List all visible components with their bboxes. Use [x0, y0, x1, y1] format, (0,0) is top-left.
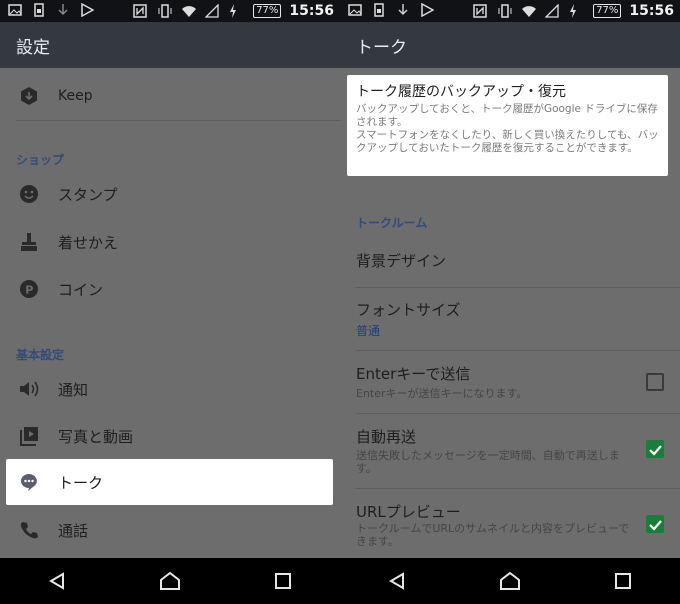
settings-item-stamp[interactable]: スタンプ: [0, 178, 340, 210]
recent-apps-button[interactable]: [603, 561, 643, 601]
sim-notification-icon: [372, 3, 386, 17]
home-button[interactable]: [150, 561, 190, 601]
play-notification-icon: [80, 2, 95, 18]
coin-icon: P: [16, 276, 42, 302]
signal-icon: [204, 3, 221, 18]
settings-item-label: 通話: [58, 521, 89, 540]
download-notification-icon: [396, 3, 410, 17]
settings-item-label: 通知: [58, 380, 89, 399]
enter-send-checkbox[interactable]: [646, 373, 664, 391]
navigation-bar: [340, 558, 680, 604]
image-notification-icon: [348, 3, 362, 17]
settings-item-call[interactable]: 通話: [0, 514, 340, 546]
settings-item-label: スタンプ: [58, 185, 118, 204]
page-title: トーク: [340, 22, 680, 68]
setting-label: フォントサイズ: [356, 301, 461, 319]
settings-item-talk[interactable]: トーク: [6, 459, 333, 505]
play-notification-icon: [420, 2, 435, 18]
settings-item-notify[interactable]: 通知: [0, 373, 340, 405]
setting-font-size[interactable]: フォントサイズ 普通: [340, 288, 680, 350]
talk-settings-list: トーク履歴のバックアップ・復元 バックアップしておくと、トーク履歴がGoogle…: [340, 68, 680, 558]
keep-icon: [16, 83, 42, 109]
setting-description: トークルームでURLのサムネイルと内容をプレビューできます。: [356, 522, 630, 548]
status-bar: 77% 15:56: [0, 0, 340, 22]
tip-description: バックアップしておくと、トーク履歴がGoogle ドライブに保存されます。 スマ…: [356, 103, 666, 155]
setting-label: Enterキーで送信: [356, 365, 471, 383]
back-icon: [48, 572, 64, 590]
vibrate-icon: [497, 4, 513, 18]
home-icon: [159, 571, 180, 590]
setting-description: 送信失敗したメッセージを一定時間、自動で再送します。: [356, 449, 620, 475]
home-button[interactable]: [490, 561, 530, 601]
video-library-icon: [16, 423, 42, 449]
setting-url-preview[interactable]: URLプレビュー トークルームでURLのサムネイルと内容をプレビューできます。: [340, 489, 680, 558]
home-icon: [499, 571, 520, 590]
recent-apps-icon: [275, 573, 292, 589]
checkmark-icon: [649, 520, 662, 531]
settings-item-coin[interactable]: P コイン: [0, 273, 340, 305]
settings-item-label: トーク: [58, 473, 104, 492]
smiley-icon: [16, 181, 42, 207]
section-header-basic: 基本設定: [16, 348, 65, 362]
signal-icon: [544, 3, 561, 18]
nfc-icon: [473, 4, 489, 18]
settings-item-label: コイン: [58, 280, 104, 299]
setting-label: URLプレビュー: [356, 503, 461, 521]
auto-resend-checkbox[interactable]: [646, 440, 664, 458]
setting-description: Enterキーが送信キーになります。: [356, 387, 528, 400]
svg-text:P: P: [25, 284, 33, 297]
battery-indicator: 77%: [593, 4, 622, 18]
settings-item-themes[interactable]: 着せかえ: [0, 226, 340, 258]
navigation-bar: [0, 558, 340, 604]
back-icon: [388, 572, 404, 590]
settings-item-label: 写真と動画: [58, 427, 134, 446]
nfc-icon: [133, 4, 149, 18]
vibrate-icon: [157, 4, 173, 18]
back-button[interactable]: [377, 561, 417, 601]
url-preview-checkbox[interactable]: [646, 515, 664, 533]
tip-title: トーク履歴のバックアップ・復元: [356, 84, 566, 100]
setting-label: 自動再送: [356, 428, 417, 446]
status-bar: 77% 15:56: [340, 0, 680, 22]
charging-icon: [569, 4, 585, 18]
recent-apps-icon: [615, 573, 632, 589]
section-header-shop: ショップ: [16, 153, 65, 167]
setting-auto-resend[interactable]: 自動再送 送信失敗したメッセージを一定時間、自動で再送します。: [340, 414, 680, 488]
sim-notification-icon: [32, 3, 46, 17]
settings-screen: 77% 15:56 設定 Keep ショップ スタンプ 着せかえ P コイン 基…: [0, 0, 340, 604]
battery-indicator: 77%: [253, 4, 282, 18]
section-header-talkroom: トークルーム: [356, 216, 428, 230]
recent-apps-button[interactable]: [263, 561, 303, 601]
tip-description-line: バックアップしておくと、トーク履歴がGoogle ドライブに保存されます。: [356, 103, 658, 128]
download-notification-icon: [56, 3, 70, 17]
divider: [16, 120, 340, 121]
back-button[interactable]: [37, 561, 77, 601]
settings-item-label: Keep: [58, 88, 93, 104]
talk-settings-screen: 77% 15:56 トーク トーク履歴のバックアップ・復元 バックアップしておく…: [340, 0, 680, 604]
clock: 15:56: [629, 3, 674, 19]
image-notification-icon: [8, 3, 22, 17]
setting-background-design[interactable]: 背景デザイン: [340, 238, 680, 286]
chat-bubble-icon: [16, 469, 42, 495]
brush-icon: [16, 229, 42, 255]
phone-icon: [16, 517, 42, 543]
tip-description-line: スマートフォンをなくしたり、新しく買い換えたりしても、バックアップしておいたトー…: [356, 129, 659, 154]
setting-label: 背景デザイン: [356, 252, 447, 270]
backup-tip-card[interactable]: トーク履歴のバックアップ・復元 バックアップしておくと、トーク履歴がGoogle…: [347, 75, 668, 176]
setting-enter-send[interactable]: Enterキーで送信 Enterキーが送信キーになります。: [340, 351, 680, 413]
charging-icon: [229, 4, 245, 18]
settings-item-photo[interactable]: 写真と動画: [0, 420, 340, 452]
checkmark-icon: [649, 445, 662, 456]
setting-value: 普通: [356, 324, 381, 338]
page-title: 設定: [0, 22, 340, 68]
speaker-icon: [16, 376, 42, 402]
settings-item-keep[interactable]: Keep: [0, 80, 340, 112]
wifi-icon: [181, 4, 197, 18]
settings-item-label: 着せかえ: [58, 233, 119, 252]
clock: 15:56: [289, 3, 334, 19]
wifi-icon: [521, 4, 537, 18]
settings-list: Keep ショップ スタンプ 着せかえ P コイン 基本設定 通知 写真と動画 …: [0, 68, 340, 558]
